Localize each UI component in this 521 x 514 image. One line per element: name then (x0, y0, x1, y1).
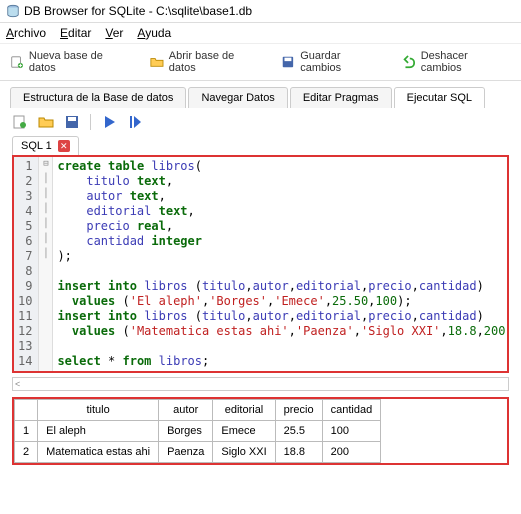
separator (90, 114, 91, 130)
col-titulo[interactable]: titulo (38, 400, 159, 421)
sql-file-tab[interactable]: SQL 1 ✕ (12, 136, 79, 155)
table-row[interactable]: 2Matematica estas ahiPaenzaSiglo XXI18.8… (15, 442, 381, 463)
col-editorial[interactable]: editorial (213, 400, 275, 421)
save-icon (281, 55, 295, 69)
tab-structure[interactable]: Estructura de la Base de datos (10, 87, 186, 108)
undo-label: Deshacer cambios (421, 50, 511, 74)
fold-column: ⊟││││││ (39, 157, 53, 371)
col-cantidad[interactable]: cantidad (322, 400, 381, 421)
new-tab-icon[interactable] (12, 114, 28, 130)
sql-toolbar (0, 108, 521, 136)
run-line-icon[interactable] (127, 114, 143, 130)
sql-editor[interactable]: 1234567891011121314 ⊟││││││ create table… (12, 155, 509, 373)
open-sql-icon[interactable] (38, 114, 54, 130)
results-table: tituloautoreditorialpreciocantidad 1El a… (14, 399, 381, 463)
open-db-label: Abrir base de datos (169, 50, 264, 74)
titlebar: DB Browser for SQLite - C:\sqlite\base1.… (0, 0, 521, 23)
open-db-icon (150, 55, 164, 69)
tab-sql[interactable]: Ejecutar SQL (394, 87, 485, 108)
new-db-button[interactable]: Nueva base de datos (10, 50, 132, 74)
results-panel: tituloautoreditorialpreciocantidad 1El a… (12, 397, 509, 465)
table-row[interactable]: 1El alephBorgesEmece25.5100 (15, 421, 381, 442)
new-db-icon (10, 55, 24, 69)
col-autor[interactable]: autor (159, 400, 213, 421)
rownum-header (15, 400, 38, 421)
close-tab-icon[interactable]: ✕ (58, 140, 70, 152)
tab-pragmas[interactable]: Editar Pragmas (290, 87, 392, 108)
menu-help[interactable]: Ayuda (137, 26, 171, 40)
main-tabs: Estructura de la Base de datos Navegar D… (0, 81, 521, 108)
menu-view[interactable]: Ver (105, 26, 123, 40)
save-button[interactable]: Guardar cambios (281, 50, 384, 74)
window-title: DB Browser for SQLite - C:\sqlite\base1.… (24, 4, 252, 18)
menubar: Archivo Editar Ver Ayuda (0, 23, 521, 44)
tab-browse[interactable]: Navegar Datos (188, 87, 287, 108)
code-area[interactable]: create table libros( titulo text, autor … (53, 157, 507, 371)
menu-edit[interactable]: Editar (60, 26, 91, 40)
open-db-button[interactable]: Abrir base de datos (150, 50, 263, 74)
undo-button[interactable]: Deshacer cambios (402, 50, 511, 74)
menu-file[interactable]: Archivo (6, 26, 46, 40)
sql-file-tabs: SQL 1 ✕ (0, 136, 521, 155)
undo-icon (402, 55, 416, 69)
col-precio[interactable]: precio (275, 400, 322, 421)
app-icon (6, 4, 20, 18)
new-db-label: Nueva base de datos (29, 50, 132, 74)
main-toolbar: Nueva base de datos Abrir base de datos … (0, 44, 521, 81)
sql-tab-label: SQL 1 (21, 140, 52, 152)
line-gutter: 1234567891011121314 (14, 157, 39, 371)
save-sql-icon[interactable] (64, 114, 80, 130)
save-label: Guardar cambios (300, 50, 384, 74)
horizontal-scrollbar[interactable]: < (12, 377, 509, 391)
run-icon[interactable] (101, 114, 117, 130)
